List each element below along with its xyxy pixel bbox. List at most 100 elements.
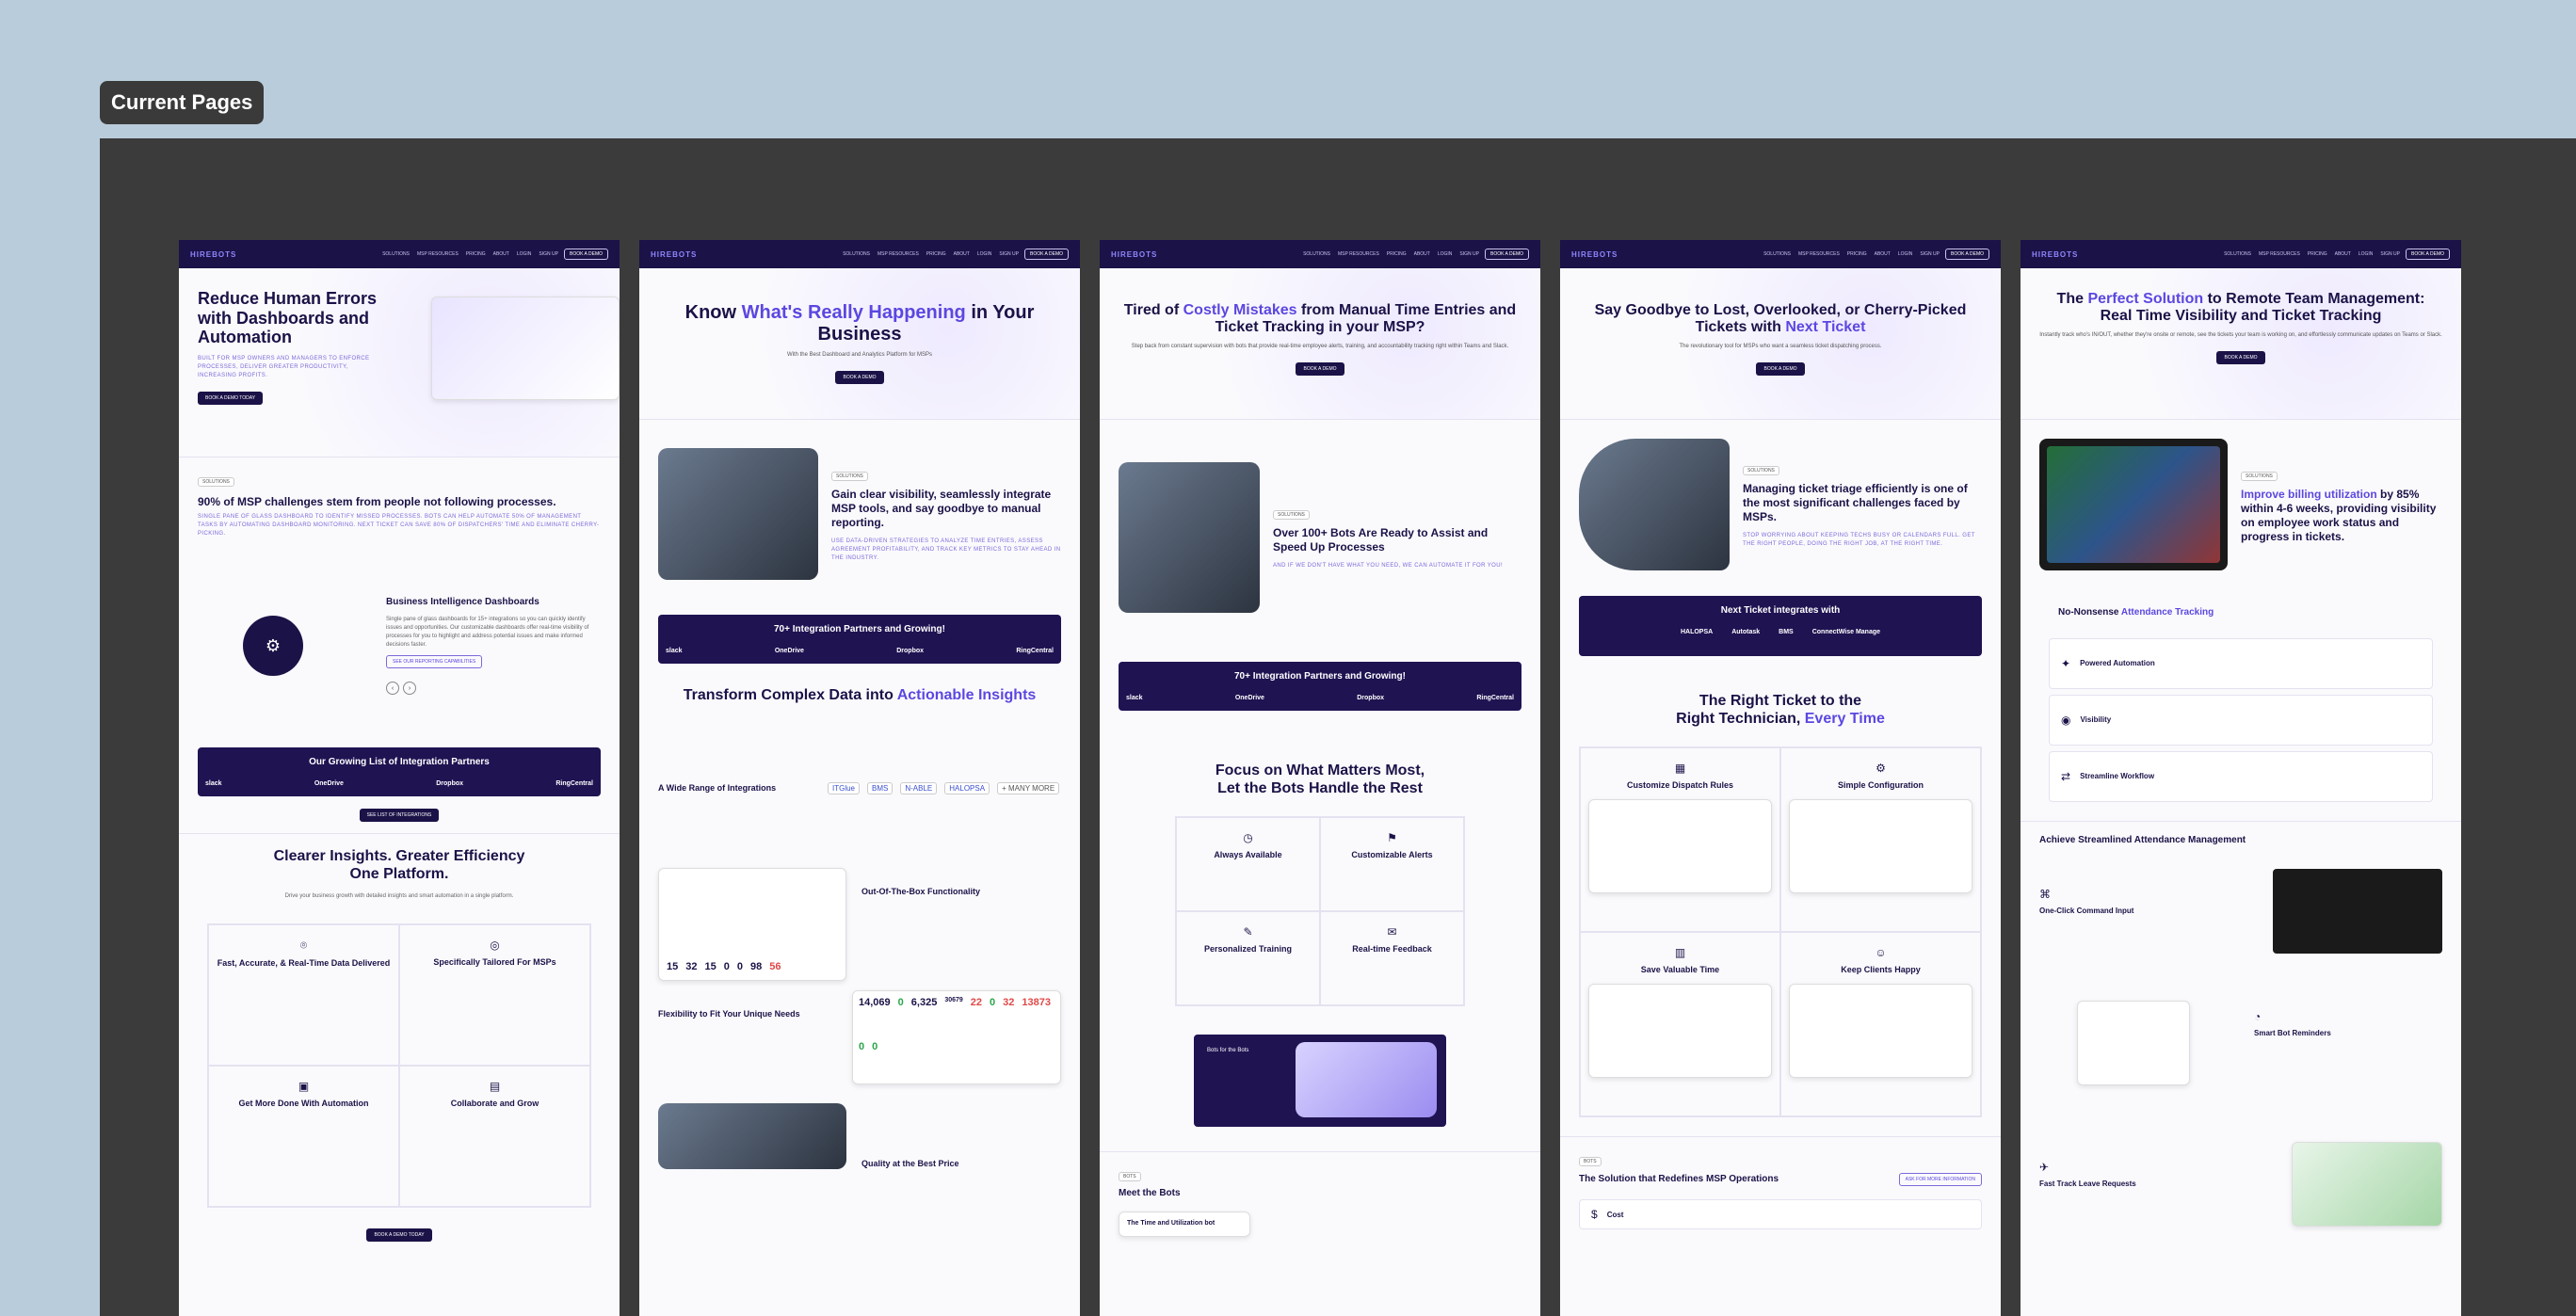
hero-subtitle: Step back from constant supervision with… — [1131, 343, 1509, 349]
gauge-icon: ⌾ — [299, 939, 308, 953]
hero-cta-button[interactable]: BOOK A DEMO — [1756, 361, 1805, 376]
nav-link[interactable]: ABOUT — [2335, 251, 2351, 257]
automation-icon: ✦ — [2061, 656, 2071, 670]
hero-title: Know What's Really Happening in Your Bus… — [658, 302, 1061, 345]
nav-link[interactable]: MSP RESOURCES — [1338, 251, 1379, 257]
technicians-photo — [1579, 438, 1730, 570]
hero-title-accent: What's Really Happening — [741, 302, 966, 323]
nav-demo-button[interactable]: BOOK A DEMO — [563, 249, 608, 260]
site-logo[interactable]: HIREBOTS — [190, 250, 247, 259]
nav-link[interactable]: LOGIN — [1438, 251, 1453, 257]
nav-link[interactable]: LOGIN — [1898, 251, 1913, 257]
hero-cta-button[interactable]: BOOK A DEMO — [2216, 350, 2265, 364]
stat-value: 0 — [859, 1041, 865, 1053]
flex-section: Flexibility to Fit Your Unique Needs 14,… — [639, 981, 1080, 1094]
nav-link[interactable]: SIGN UP — [1459, 251, 1479, 257]
hero-section: Tired of Costly Mistakes from Manual Tim… — [1100, 268, 1540, 419]
nav-link[interactable]: MSP RESOURCES — [417, 251, 459, 257]
team-photo — [658, 1103, 846, 1170]
right-ticket-title-accent: Every Time — [1804, 711, 1885, 728]
slack-logo-icon: slack — [666, 648, 683, 654]
site-logo[interactable]: HIREBOTS — [2032, 250, 2088, 259]
integrations-range-section: A Wide Range of Integrations ITGlue BMS … — [639, 717, 1080, 859]
laptop-dashboard-illustration — [431, 297, 620, 400]
focus-title-accent: Let the Bots Handle the Rest — [1217, 780, 1423, 797]
nav-demo-button[interactable]: BOOK A DEMO — [1484, 249, 1529, 260]
leave-calendar-screenshot — [2292, 1142, 2442, 1227]
hero-cta-button[interactable]: BOOK A DEMO TODAY — [198, 392, 264, 406]
feature-title: Collaborate and Grow — [450, 1099, 539, 1109]
bots-slider[interactable]: Bots for the Bots — [1194, 1035, 1446, 1128]
ootb-section: 15 32 15 0 0 98 56 Out-Of-The-Box Functi… — [639, 859, 1080, 982]
bi-button[interactable]: SEE OUR REPORTING CAPABILITIES — [386, 655, 483, 669]
bms-logo-icon: BMS — [1779, 629, 1794, 635]
next-arrow-icon[interactable]: › — [403, 682, 416, 696]
nav-link[interactable]: LOGIN — [977, 251, 992, 257]
dashboard-mock-a: 15 32 15 0 0 98 56 — [658, 868, 846, 982]
insights-title: Clearer Insights. Greater Efficiency — [273, 848, 525, 864]
site-logo[interactable]: HIREBOTS — [1111, 250, 1167, 259]
page-frame-attendance[interactable]: HIREBOTS SOLUTIONS MSP RESOURCES PRICING… — [2021, 240, 2461, 1316]
nav-link[interactable]: ABOUT — [1875, 251, 1891, 257]
hero-title-accent: Costly Mistakes — [1183, 302, 1297, 318]
page-frame-dashboards[interactable]: HIREBOTS SOLUTIONS MSP RESOURCES PRICING… — [179, 240, 620, 1316]
focus-section: Focus on What Matters Most, Let the Bots… — [1100, 718, 1540, 810]
nav-link[interactable]: SIGN UP — [2380, 251, 2400, 257]
nav-demo-button[interactable]: BOOK A DEMO — [1944, 249, 1989, 260]
nav-link[interactable]: MSP RESOURCES — [877, 251, 919, 257]
dropbox-logo-icon: Dropbox — [896, 648, 925, 654]
nav-link[interactable]: MSP RESOURCES — [2259, 251, 2300, 257]
nav-link[interactable]: SOLUTIONS — [382, 251, 410, 257]
nav-link[interactable]: SIGN UP — [1920, 251, 1940, 257]
step-item: ✈ Fast Track Leave Requests — [2039, 1161, 2209, 1189]
nav-link[interactable]: LOGIN — [517, 251, 532, 257]
visibility-section: SOLUTIONS Gain clear visibility, seamles… — [639, 419, 1080, 607]
right-ticket-title-2: Right Technician, Every Time — [1579, 710, 1982, 728]
nav-link[interactable]: SOLUTIONS — [1303, 251, 1330, 257]
nav-link[interactable]: SOLUTIONS — [843, 251, 870, 257]
nav-demo-button[interactable]: BOOK A DEMO — [1023, 249, 1069, 260]
bot-card[interactable]: The Time and Utilization bot — [1119, 1211, 1250, 1237]
app-screenshot — [1588, 984, 1772, 1079]
nav-link[interactable]: SOLUTIONS — [1763, 251, 1791, 257]
page-frame-next-ticket[interactable]: HIREBOTS SOLUTIONS MSP RESOURCES PRICING… — [1560, 240, 2001, 1316]
focus-card-title: Personalized Training — [1203, 944, 1293, 955]
solution-button[interactable]: ASK FOR MORE INFORMATION — [1898, 1173, 1982, 1187]
page-frame-bots[interactable]: HIREBOTS SOLUTIONS MSP RESOURCES PRICING… — [1100, 240, 1540, 1316]
nav-link[interactable]: ABOUT — [493, 251, 509, 257]
hero-cta-button[interactable]: BOOK A DEMO — [1296, 361, 1344, 376]
page-frame-analytics[interactable]: HIREBOTS SOLUTIONS MSP RESOURCES PRICING… — [639, 240, 1080, 1316]
feature-card: ▣ Get More Done With Automation — [208, 1066, 399, 1208]
billing-title-accent: Improve billing utilization — [2241, 487, 2377, 501]
bottom-cta-button[interactable]: BOOK A DEMO TODAY — [366, 1228, 432, 1243]
transform-title-part: Transform Complex Data into — [683, 687, 894, 703]
cost-card: $ Cost — [1579, 1199, 1982, 1230]
site-logo[interactable]: HIREBOTS — [651, 250, 707, 259]
nav-link[interactable]: PRICING — [926, 251, 946, 257]
nav-link[interactable]: SIGN UP — [539, 251, 558, 257]
nav-link[interactable]: PRICING — [1847, 251, 1867, 257]
nav-demo-button[interactable]: BOOK A DEMO — [2405, 249, 2450, 260]
nav-link[interactable]: MSP RESOURCES — [1798, 251, 1840, 257]
nav-link[interactable]: ABOUT — [1414, 251, 1430, 257]
nav-link[interactable]: PRICING — [466, 251, 486, 257]
card-title: Customize Dispatch Rules — [1626, 780, 1734, 791]
integrations-list-button[interactable]: SEE LIST OF INTEGRATIONS — [359, 809, 440, 822]
site-logo[interactable]: HIREBOTS — [1571, 250, 1628, 259]
nav-link[interactable]: SIGN UP — [999, 251, 1019, 257]
nav-link[interactable]: ABOUT — [954, 251, 970, 257]
prev-arrow-icon[interactable]: ‹ — [386, 682, 399, 696]
hero-cta-button[interactable]: BOOK A DEMO — [835, 371, 884, 384]
stat-value: 15 — [667, 961, 679, 973]
dropbox-logo-icon: Dropbox — [436, 780, 464, 787]
canvas-section-label[interactable]: Current Pages — [100, 81, 265, 124]
hero-title-part: Say Goodbye to Lost, Overlooked, or Cher… — [1594, 302, 1967, 336]
nav-link[interactable]: PRICING — [2308, 251, 2327, 257]
carousel-arrows: ‹ › — [386, 682, 601, 696]
hero-subtitle: The revolutionary tool for MSPs who want… — [1679, 343, 1882, 349]
nav-link[interactable]: LOGIN — [2359, 251, 2374, 257]
step-title: Smart Bot Reminders — [2254, 1029, 2331, 1037]
nav-link[interactable]: SOLUTIONS — [2224, 251, 2251, 257]
halopsa-logo-icon: HALOPSA — [1680, 629, 1714, 635]
nav-link[interactable]: PRICING — [1387, 251, 1407, 257]
